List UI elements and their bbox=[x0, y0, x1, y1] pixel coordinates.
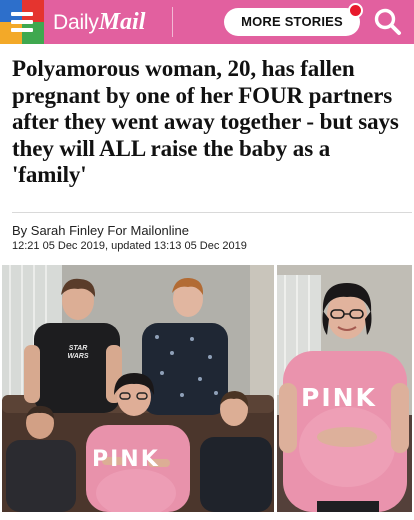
more-stories-button[interactable]: MORE STORIES bbox=[224, 8, 360, 36]
logo-text-mail: Mail bbox=[98, 9, 146, 35]
article-byline: By Sarah Finley For Mailonline bbox=[12, 223, 190, 238]
star-wars-tshirt-text: STAR WARS bbox=[67, 345, 89, 360]
article-headline: Polyamorous woman, 20, has fallen pregna… bbox=[12, 56, 399, 187]
search-icon bbox=[374, 8, 401, 35]
menu-button[interactable] bbox=[0, 0, 44, 44]
pink-tshirt-text-right: PINK bbox=[301, 383, 377, 412]
article-photo-woman[interactable]: PINK bbox=[277, 265, 412, 512]
top-navigation-bar: DailyMail MORE STORIES bbox=[0, 0, 414, 44]
notification-dot bbox=[348, 3, 363, 18]
headline-divider bbox=[12, 212, 412, 213]
logo-text-daily: Daily bbox=[53, 11, 99, 34]
hamburger-icon bbox=[11, 12, 33, 32]
article-dateline: 12:21 05 Dec 2019, updated 13:13 05 Dec … bbox=[12, 240, 247, 252]
header-divider bbox=[172, 7, 173, 37]
pink-tshirt-text-left: PINK bbox=[92, 447, 160, 472]
article-photo-group[interactable]: STAR WARS PINK bbox=[2, 265, 274, 512]
search-button[interactable] bbox=[372, 6, 404, 38]
group-photo-illustration bbox=[2, 265, 274, 512]
daily-mail-logo[interactable]: DailyMail bbox=[53, 9, 145, 35]
